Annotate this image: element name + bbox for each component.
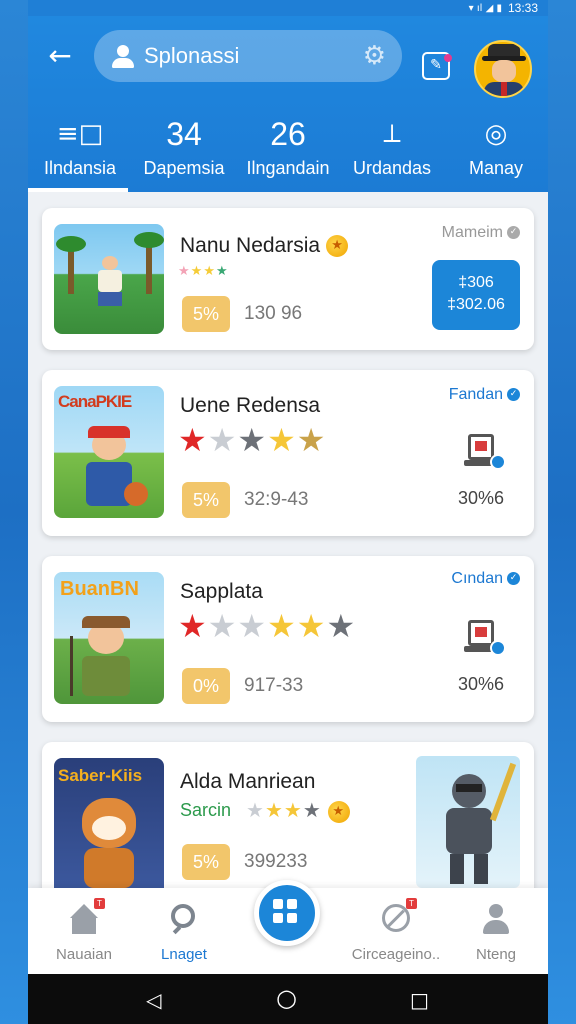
search-icon	[167, 902, 201, 936]
active-tab-indicator	[28, 188, 128, 192]
status-bar: ▾ ıl ◢ ▮ 13:33	[28, 0, 548, 16]
price-secondary: ‡302.06	[447, 296, 505, 313]
price-primary: ‡306	[458, 274, 494, 291]
percent-badge: 5%	[182, 844, 230, 880]
device-count: 30%6	[457, 488, 504, 508]
avatar[interactable]	[474, 40, 532, 98]
system-back-button[interactable]: ◁	[146, 988, 161, 1012]
game-title: Uene Redensa	[180, 394, 321, 417]
nav-label: Lnaget	[161, 946, 207, 963]
app-header: ← Splonassi ⚙ ✎ ≡□ Ilndansia 34 Dapemsia…	[28, 16, 548, 192]
nav-label: Nteng	[475, 946, 517, 963]
game-title: Sapplata	[180, 580, 263, 603]
rating-stars: ★★★★★	[246, 798, 350, 823]
thumb-logo-text: CanaPKIE	[58, 392, 132, 411]
no-entry-icon: T	[379, 898, 417, 936]
percent-badge: 5%	[182, 296, 230, 332]
game-card[interactable]: BuanBN Sapplata ★★★★★★ 0% 917-33 Cından ✓…	[42, 556, 534, 722]
tab-bar: ≡□ Ilndansia 34 Dapemsia 26 Ilngandain ⟂…	[28, 96, 548, 192]
nav-badge: T	[406, 898, 417, 909]
tab-label: Manay	[468, 158, 524, 178]
person-icon	[479, 902, 513, 936]
nav-label: Circeageino..	[351, 946, 441, 963]
coin-icon: ★	[326, 235, 349, 258]
search-field[interactable]: Splonassi ⚙	[94, 30, 402, 82]
phone-screen: ▾ ıl ◢ ▮ 13:33 ← Splonassi ⚙ ✎ ≡□ Ilndan	[28, 0, 548, 1024]
system-navigation-bar: ◁ ○ □	[28, 974, 548, 1024]
back-arrow-icon[interactable]: ←	[44, 40, 76, 72]
tab-label: Dapemsia	[143, 158, 225, 178]
thumb-logo-text: BuanBN	[60, 578, 139, 600]
tab-manay[interactable]: ◎ Manay	[444, 96, 548, 192]
tab-count: 26	[270, 116, 306, 152]
armor-character-image	[416, 756, 520, 888]
stat-value: 399233	[244, 851, 308, 872]
tab-dapemsia[interactable]: 34 Dapemsia	[132, 96, 236, 192]
system-home-button[interactable]: ○	[276, 984, 297, 1012]
target-icon: ◎	[484, 119, 508, 149]
nav-badge: T	[94, 898, 105, 909]
tab-label: Urdandas	[352, 158, 432, 178]
game-thumbnail: BuanBN	[54, 572, 164, 704]
card-tag: Cından ✓	[451, 570, 520, 588]
game-title: Nanu Nedarsia ★	[180, 234, 349, 258]
system-recents-button[interactable]: □	[410, 988, 429, 1012]
game-card[interactable]: CanaPKIE Uene Redensa ★★★★★ 5% 32:9-43 F…	[42, 370, 534, 536]
tab-count: 34	[166, 116, 202, 152]
nav-label: Nauaian	[56, 946, 112, 963]
card-tag: Mameim ✓	[442, 224, 520, 242]
rating-stars: ★★★★★★	[178, 607, 357, 645]
game-thumbnail: CanaPKIE	[54, 386, 164, 518]
stat-value: 917-33	[244, 675, 304, 696]
stat-value: 130 96	[244, 303, 303, 324]
tab-ilngandain[interactable]: 26 Ilngandain	[236, 96, 340, 192]
game-subtitle: Sarcin	[180, 800, 232, 820]
apps-fab-button[interactable]	[254, 880, 320, 946]
tab-label: Ilndansia	[43, 158, 117, 178]
nav-home[interactable]: T Nauaian	[32, 898, 136, 963]
status-time: 13:33	[507, 1, 538, 15]
rating-stars: ★★★★★	[178, 421, 327, 459]
price-button[interactable]: ‡306 ‡302.06	[432, 260, 520, 330]
game-thumbnail	[54, 224, 164, 334]
thumb-logo-text: Saber-Kiis	[58, 766, 143, 785]
device-icon[interactable]	[464, 432, 506, 472]
header-top-row: ← Splonassi ⚙ ✎	[28, 16, 548, 98]
nav-circeageino[interactable]: T Circeageino..	[344, 898, 448, 963]
search-text: Splonassi	[144, 43, 240, 68]
device-count: 30%6	[457, 674, 504, 694]
gear-icon[interactable]: ⚙	[363, 41, 386, 71]
stat-value: 32:9-43	[244, 489, 309, 510]
game-title: Alda Manriean	[180, 770, 316, 793]
tab-label: Ilngandain	[246, 158, 330, 178]
percent-badge: 0%	[182, 668, 230, 704]
user-icon	[110, 43, 136, 69]
home-icon: T	[67, 898, 105, 936]
coin-icon: ★	[327, 800, 350, 823]
percent-badge: 5%	[182, 482, 230, 518]
nav-profile[interactable]: Nteng	[444, 902, 548, 963]
game-card[interactable]: Nanu Nedarsia ★ ★★★★ 5% 130 96 Mameim ✓ ‡3…	[42, 208, 534, 350]
game-thumbnail: Saber-Kiis	[54, 758, 164, 898]
tab-urdandas[interactable]: ⟂ Urdandas	[340, 96, 444, 192]
list-icon: ≡□	[56, 119, 104, 149]
tab-ilndansia[interactable]: ≡□ Ilndansia	[28, 96, 132, 192]
rating-stars: ★★★★	[178, 264, 229, 279]
device-icon[interactable]	[464, 618, 506, 658]
status-icons: ▾ ıl ◢ ▮	[468, 2, 502, 14]
card-tag: Fandan ✓	[449, 386, 520, 404]
nav-search[interactable]: Lnaget	[132, 902, 236, 963]
ticket-icon: ⟂	[383, 119, 401, 149]
notification-dot	[444, 54, 452, 62]
bottom-navigation: T Nauaian Lnaget T Circeageino.. Nteng	[28, 880, 548, 974]
